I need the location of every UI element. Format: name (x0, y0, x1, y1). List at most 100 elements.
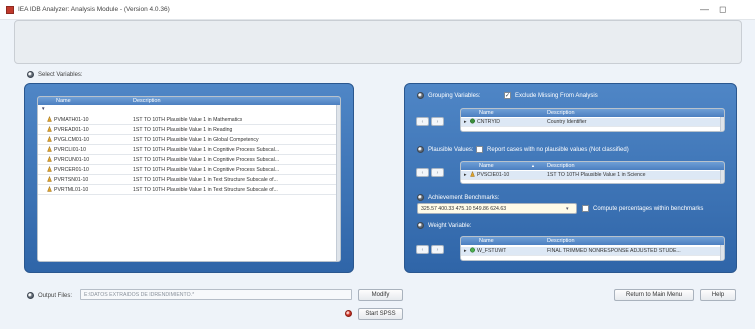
report-cases-checkbox[interactable] (476, 146, 483, 153)
variable-name-cell: PVREAD01-10 (47, 126, 89, 134)
maximize-button[interactable]: ◻ (719, 4, 726, 15)
variables-scrollbar[interactable] (336, 105, 340, 261)
start-spss-button[interactable]: Start SPSS (358, 308, 403, 320)
select-variables-panel: Name Description ▼ PVMATH01-10 1ST TO 10T… (24, 83, 354, 273)
row-pointer-icon: ▸ (464, 172, 467, 178)
exclude-missing-label: Exclude Missing From Analysis (515, 93, 598, 99)
row-pointer-icon: ▸ (464, 248, 467, 254)
variable-name-cell: PVRTSN01-10 (47, 176, 89, 184)
plausible-move-right-button[interactable]: › (431, 168, 444, 177)
grouping-column-description: Description (547, 110, 575, 116)
variable-name: PVRCUN01-10 (54, 157, 90, 163)
achievement-benchmarks-field[interactable]: 325.57 400.33 475.10 549.86 624.63 ▾ (417, 203, 577, 214)
weight-variable-label: Weight Variable: (428, 223, 472, 229)
table-row[interactable]: PVRTSN01-10 1ST TO 10TH Plausible Value 1… (38, 176, 336, 185)
plausible-values-radio[interactable] (417, 146, 424, 153)
grouping-variables-radio[interactable] (417, 92, 424, 99)
filter-row-marker: ▼ (41, 106, 46, 111)
table-row[interactable]: PVRCLI01-10 1ST TO 10TH Plausible Value 1… (38, 146, 336, 155)
variable-icon (47, 166, 52, 172)
variable-description: 1ST TO 10TH Plausible Value 1 in Text St… (133, 177, 278, 183)
weight-variable-list[interactable]: Name Description ▸ W_FSTUWT FINAL TRIMME… (460, 236, 725, 261)
variable-description: 1ST TO 10TH Plausible Value 1 in Cogniti… (133, 157, 280, 163)
output-files-field[interactable]: E:\DATOS EXTRAIDOS DE IDRENDIMIENTO.* (80, 289, 352, 300)
table-row[interactable]: PVRTML01-10 1ST TO 10TH Plausible Value 1… (38, 186, 336, 195)
column-description-header[interactable]: Description (133, 97, 161, 105)
grouping-row-name-cell: CNTRYID (470, 118, 500, 126)
compute-percentages-label: Compute percentages within benchmarks (593, 206, 704, 212)
country-icon (470, 118, 475, 124)
weight-move-right-button[interactable]: › (431, 245, 444, 254)
plausible-column-name: Name (479, 163, 494, 169)
variable-description: 1ST TO 10TH Plausible Value 1 in Reading (133, 127, 233, 133)
table-row[interactable]: PVMATH01-10 1ST TO 10TH Plausible Value 1… (38, 116, 336, 125)
variables-list-header: Name Description (38, 97, 340, 105)
achievement-benchmarks-value: 325.57 400.33 475.10 549.86 624.63 (421, 206, 507, 212)
modify-button[interactable]: Modify (358, 289, 403, 301)
variable-name-cell: PVRTML01-10 (47, 186, 89, 194)
variable-description: 1ST TO 10TH Plausible Value 1 in Mathema… (133, 117, 243, 123)
variable-name: PVMATH01-10 (54, 117, 89, 123)
variable-name-cell: PVRCER01-10 (47, 166, 89, 174)
variable-name: PVRTSN01-10 (54, 177, 89, 183)
table-row[interactable]: PVREAD01-10 1ST TO 10TH Plausible Value 1… (38, 126, 336, 135)
output-files-label: Output Files: (38, 293, 73, 299)
start-spss-icon (345, 310, 352, 317)
variables-list[interactable]: Name Description ▼ PVMATH01-10 1ST TO 10T… (37, 96, 341, 262)
grouping-variables-list[interactable]: Name Description ▸ CNTRYID Country Ident… (460, 108, 725, 132)
weight-row-description: FINAL TRIMMED NONRESPONSE ADJUSTED STUDE… (547, 248, 681, 254)
weight-row[interactable]: ▸ W_FSTUWT FINAL TRIMMED NONRESPONSE ADJ… (461, 247, 720, 256)
table-row[interactable]: PVGLCM01-10 1ST TO 10TH Plausible Value 1… (38, 136, 336, 145)
grouping-scrollbar[interactable] (720, 117, 724, 131)
weight-move-left-button[interactable]: ‹ (416, 245, 429, 254)
plausible-column-description: Description (547, 163, 575, 169)
plausible-values-label: Plausible Values: (428, 147, 474, 153)
minimize-button[interactable]: — (700, 4, 709, 14)
exclude-missing-checkbox[interactable]: ✓ (504, 92, 511, 99)
weight-scrollbar[interactable] (720, 245, 724, 260)
output-files-value: E:\DATOS EXTRAIDOS DE IDRENDIMIENTO.* (84, 292, 195, 298)
plausible-scrollbar[interactable] (720, 170, 724, 183)
variable-name: PVREAD01-10 (54, 127, 89, 133)
achievement-benchmarks-radio[interactable] (417, 194, 424, 201)
grouping-move-right-button[interactable]: › (431, 117, 444, 126)
help-button[interactable]: Help (700, 289, 736, 301)
weight-list-header: Name Description (461, 237, 724, 245)
table-row[interactable]: PVRCUN01-10 1ST TO 10TH Plausible Value 1… (38, 156, 336, 165)
achievement-benchmarks-label: Achievement Benchmarks: (428, 195, 500, 201)
variable-name-cell: PVRCUN01-10 (47, 156, 90, 164)
window-title: IEA IDB Analyzer: Analysis Module - (Ver… (18, 6, 170, 13)
grouping-variables-label: Grouping Variables: (428, 93, 481, 99)
variable-icon (47, 116, 52, 122)
weight-row-name: W_FSTUWT (477, 248, 507, 254)
output-files-radio[interactable] (27, 292, 34, 299)
plausible-move-left-button[interactable]: ‹ (416, 168, 429, 177)
table-row[interactable]: PVRCER01-10 1ST TO 10TH Plausible Value 1… (38, 166, 336, 175)
variable-icon (47, 146, 52, 152)
select-variables-radio[interactable] (27, 71, 34, 78)
app-icon (6, 6, 14, 14)
plausible-row-description: 1ST TO 10TH Plausible Value 1 in Science (547, 172, 646, 178)
plausible-row-name: PVSCIE01-10 (477, 172, 510, 178)
column-name-header[interactable]: Name (56, 97, 71, 105)
variable-name: PVRCER01-10 (54, 167, 89, 173)
variable-icon (47, 186, 52, 192)
return-to-main-menu-button[interactable]: Return to Main Menu (614, 289, 694, 301)
plausible-values-list[interactable]: Name ▲ Description ▸ PVSCIE01-10 1ST TO … (460, 161, 725, 184)
plausible-list-header: Name ▲ Description (461, 162, 724, 170)
plausible-row[interactable]: ▸ PVSCIE01-10 1ST TO 10TH Plausible Valu… (461, 171, 720, 180)
weight-column-description: Description (547, 238, 575, 244)
variable-icon (47, 136, 52, 142)
variable-icon (47, 126, 52, 132)
grouping-row-description: Country Identifier (547, 119, 587, 125)
compute-percentages-checkbox[interactable] (582, 205, 589, 212)
variable-description: 1ST TO 10TH Plausible Value 1 in Cogniti… (133, 167, 280, 173)
grouping-column-name: Name (479, 110, 494, 116)
grouping-move-left-button[interactable]: ‹ (416, 117, 429, 126)
variable-name: PVRTML01-10 (54, 187, 89, 193)
weight-icon (470, 247, 475, 253)
variable-name: PVRCLI01-10 (54, 147, 87, 153)
chevron-down-icon[interactable]: ▾ (566, 206, 569, 212)
grouping-row[interactable]: ▸ CNTRYID Country Identifier (461, 118, 720, 127)
weight-variable-radio[interactable] (417, 222, 424, 229)
